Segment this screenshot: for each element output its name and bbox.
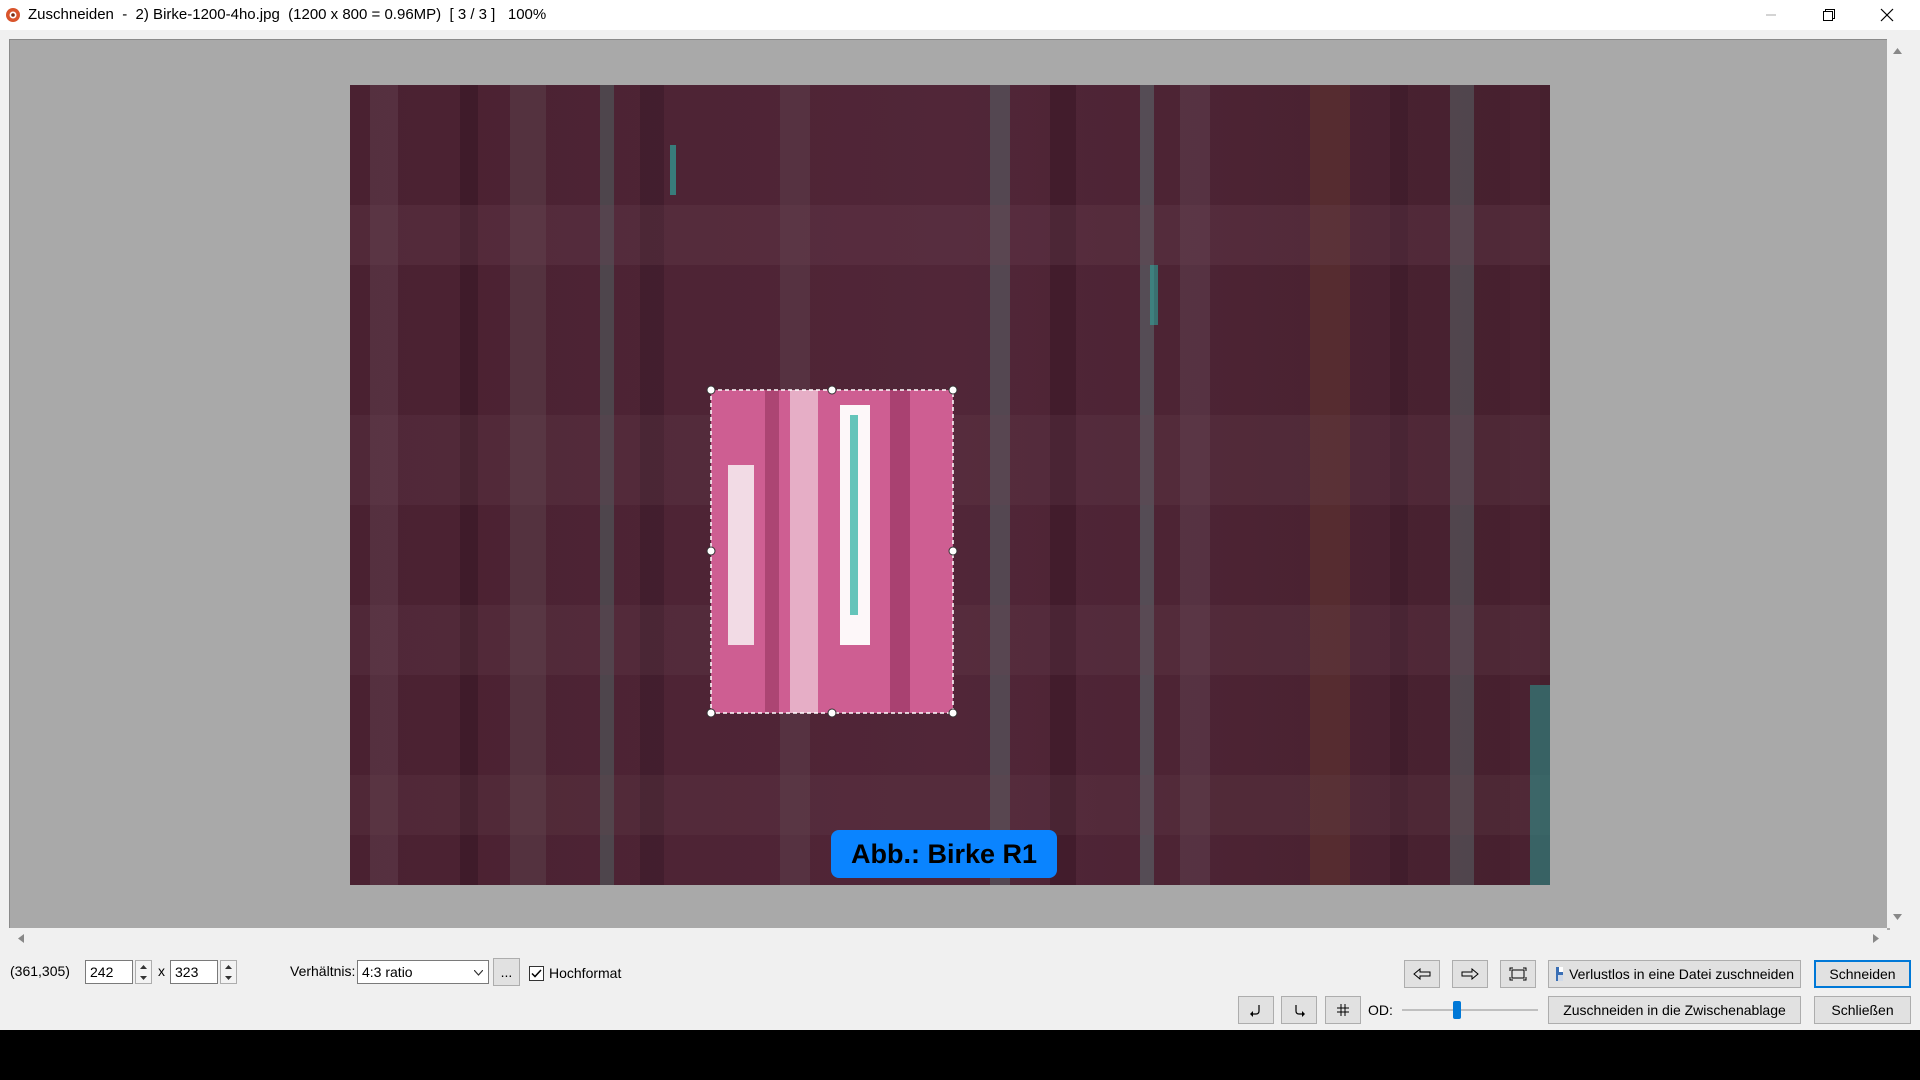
caption-text: Abb.: Birke R1 bbox=[850, 838, 1038, 869]
spin-down-icon bbox=[136, 972, 151, 983]
rotate-right-icon bbox=[1295, 1005, 1305, 1017]
wood-section-image: Abb.: Birke R1 bbox=[350, 85, 1550, 885]
previous-image-button[interactable] bbox=[1404, 960, 1440, 988]
image-canvas[interactable]: Abb.: Birke R1 bbox=[9, 39, 1890, 930]
grid-toggle-button[interactable] bbox=[1325, 996, 1361, 1024]
lossless-crop-label: Verlustlos in eine Datei zuschneiden bbox=[1569, 966, 1794, 982]
fit-selection-button[interactable] bbox=[1500, 960, 1536, 988]
crop-to-clipboard-label: Zuschneiden in die Zwischenablage bbox=[1563, 1002, 1786, 1018]
title-bar: Zuschneiden - 2) Birke-1200-4ho.jpg (120… bbox=[0, 0, 1920, 30]
restore-icon bbox=[1823, 9, 1835, 21]
portrait-label: Hochformat bbox=[549, 965, 622, 981]
spin-up-icon bbox=[136, 961, 151, 972]
chevron-up-icon bbox=[1893, 47, 1902, 54]
spin-down-icon bbox=[221, 972, 236, 983]
rotate-left-icon bbox=[1250, 1005, 1260, 1017]
od-label: OD: bbox=[1368, 1002, 1393, 1018]
ratio-select[interactable]: 4:3 ratio bbox=[357, 960, 489, 984]
micrograph-picture bbox=[350, 85, 1550, 885]
rotate-left-button[interactable] bbox=[1238, 996, 1274, 1024]
ratio-label: Verhältnis: bbox=[290, 963, 356, 979]
minimize-icon bbox=[1766, 14, 1776, 16]
restore-button[interactable] bbox=[1800, 0, 1858, 30]
chevron-down-icon bbox=[474, 970, 483, 976]
ratio-more-label: ... bbox=[500, 964, 513, 980]
rotate-right-button[interactable] bbox=[1281, 996, 1317, 1024]
crop-width-spinner[interactable] bbox=[135, 960, 152, 984]
crop-position-readout: (361,305) bbox=[10, 963, 70, 979]
chevron-down-icon bbox=[1893, 913, 1902, 920]
save-disk-icon bbox=[1556, 967, 1564, 981]
next-image-button[interactable] bbox=[1452, 960, 1488, 988]
crop-dialog-window: Zuschneiden - 2) Birke-1200-4ho.jpg (120… bbox=[0, 0, 1920, 1030]
portrait-checkbox[interactable] bbox=[529, 966, 544, 981]
vertical-scrollbar[interactable] bbox=[1887, 39, 1908, 928]
chevron-right-icon bbox=[1872, 934, 1879, 943]
close-icon bbox=[1880, 8, 1894, 22]
scroll-left-button[interactable] bbox=[12, 930, 29, 947]
spin-up-icon bbox=[221, 961, 236, 972]
od-slider[interactable] bbox=[1402, 998, 1538, 1022]
horizontal-scrollbar[interactable] bbox=[9, 928, 1887, 949]
checkmark-icon bbox=[531, 969, 542, 978]
grid-icon bbox=[1337, 1004, 1349, 1016]
od-slider-track bbox=[1402, 1009, 1538, 1011]
close-window-button[interactable] bbox=[1858, 0, 1916, 30]
arrow-right-icon bbox=[1461, 968, 1479, 980]
cut-label: Schneiden bbox=[1829, 966, 1896, 982]
crop-width-input[interactable] bbox=[85, 960, 133, 984]
fit-crop-icon bbox=[1509, 967, 1527, 981]
crop-to-clipboard-button[interactable]: Zuschneiden in die Zwischenablage bbox=[1548, 996, 1801, 1024]
cut-button[interactable]: Schneiden bbox=[1814, 960, 1911, 988]
crop-height-spinner[interactable] bbox=[220, 960, 237, 984]
minimize-button[interactable] bbox=[1742, 0, 1800, 30]
arrow-left-icon bbox=[1413, 968, 1431, 980]
scroll-down-button[interactable] bbox=[1889, 908, 1906, 925]
crop-height-input[interactable] bbox=[170, 960, 218, 984]
ratio-select-value: 4:3 ratio bbox=[362, 964, 413, 980]
scroll-right-button[interactable] bbox=[1867, 930, 1884, 947]
scroll-up-button[interactable] bbox=[1889, 42, 1906, 59]
chevron-left-icon bbox=[17, 934, 24, 943]
dimension-separator: x bbox=[158, 963, 165, 979]
close-button[interactable]: Schließen bbox=[1814, 996, 1911, 1024]
app-icon bbox=[6, 8, 20, 22]
window-title: Zuschneiden - 2) Birke-1200-4ho.jpg (120… bbox=[28, 6, 547, 23]
image-caption-label: Abb.: Birke R1 bbox=[831, 830, 1057, 878]
lossless-crop-button[interactable]: Verlustlos in eine Datei zuschneiden bbox=[1548, 960, 1801, 988]
od-slider-thumb[interactable] bbox=[1453, 1001, 1461, 1019]
close-label: Schließen bbox=[1831, 1002, 1894, 1018]
ratio-more-button[interactable]: ... bbox=[493, 958, 520, 986]
